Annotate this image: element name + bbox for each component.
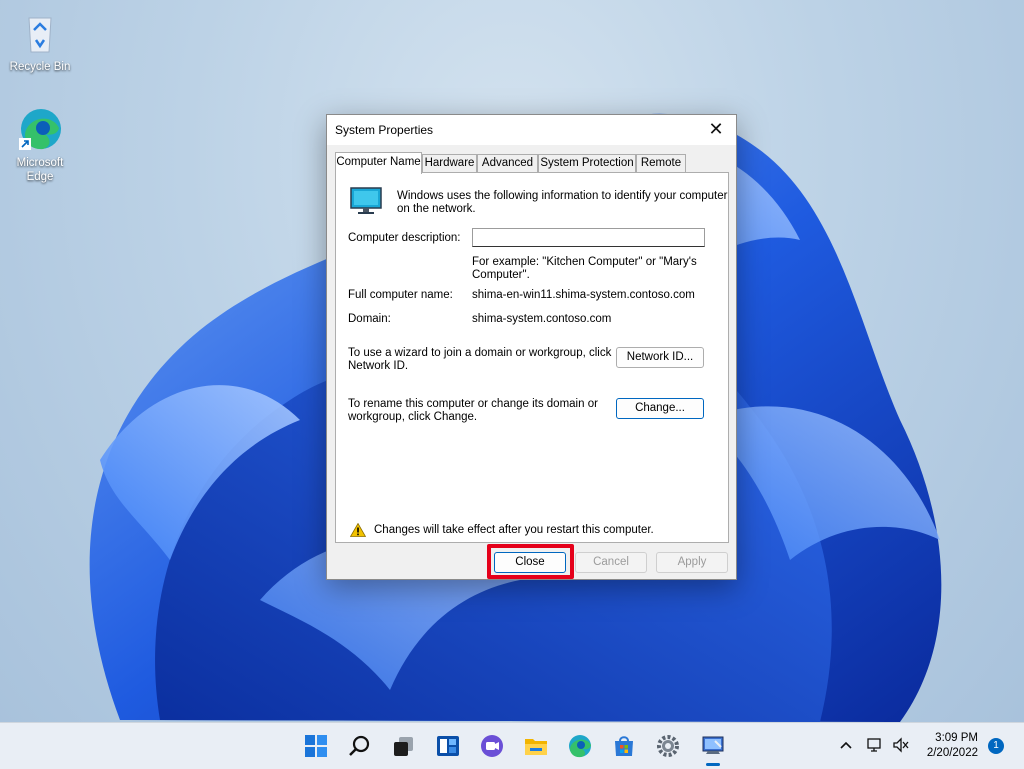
intro-line-1: Windows uses the following information t…	[397, 190, 728, 202]
desktop-icon-edge[interactable]: Microsoft Edge	[5, 106, 75, 184]
tab-hardware[interactable]: Hardware	[422, 154, 477, 173]
task-view-icon[interactable]	[390, 732, 418, 760]
restart-warning-text: Changes will take effect after you resta…	[374, 524, 654, 536]
change-button[interactable]: Change...	[616, 398, 704, 419]
computer-monitor-icon	[350, 187, 382, 215]
network-id-button[interactable]: Network ID...	[616, 347, 704, 368]
network-id-text-line-2: Network ID.	[348, 360, 409, 372]
store-icon[interactable]	[610, 732, 638, 760]
edge-taskbar-icon[interactable]	[566, 732, 594, 760]
intro-line-2: on the network.	[397, 203, 476, 215]
notification-badge[interactable]: 1	[988, 738, 1004, 754]
rename-text-line-1: To rename this computer or change its do…	[348, 398, 598, 410]
network-id-text-line-1: To use a wizard to join a domain or work…	[348, 347, 612, 359]
start-icon[interactable]	[302, 732, 330, 760]
tab-advanced[interactable]: Advanced	[477, 154, 538, 173]
tab-strip: Computer Name Hardware Advanced System P…	[335, 152, 730, 174]
dialog-titlebar[interactable]: System Properties ✕	[327, 115, 736, 145]
full-computer-name-value: shima-en-win11.shima-system.contoso.com	[472, 289, 695, 301]
widgets-icon[interactable]	[434, 732, 462, 760]
computer-description-input[interactable]	[472, 228, 705, 247]
close-button-highlight	[487, 544, 574, 579]
rename-text-line-2: workgroup, click Change.	[348, 411, 478, 423]
tab-computer-name[interactable]: Computer Name	[335, 152, 422, 174]
clock-date: 2/20/2022	[926, 747, 978, 759]
warning-icon	[349, 522, 367, 537]
example-line-2: Computer".	[472, 269, 530, 281]
tab-system-protection[interactable]: System Protection	[538, 154, 636, 173]
chevron-up-icon[interactable]	[838, 737, 854, 756]
computer-description-label: Computer description:	[348, 232, 461, 244]
tab-remote[interactable]: Remote	[636, 154, 686, 173]
search-icon[interactable]	[346, 732, 374, 760]
close-icon[interactable]: ✕	[696, 115, 736, 145]
active-app-indicator	[706, 763, 720, 766]
volume-muted-icon[interactable]	[892, 737, 910, 756]
full-computer-name-label: Full computer name:	[348, 289, 453, 301]
recycle-bin-icon	[17, 10, 63, 56]
example-line-1: For example: "Kitchen Computer" or "Mary…	[472, 256, 697, 268]
network-icon[interactable]	[866, 737, 884, 756]
desktop-icon-recycle-bin[interactable]: Recycle Bin	[5, 10, 75, 74]
recycle-bin-label: Recycle Bin	[9, 61, 71, 73]
system-properties-dialog: System Properties ✕ Computer Name Hardwa…	[326, 114, 737, 580]
chat-icon[interactable]	[478, 732, 506, 760]
computer-name-panel: Windows uses the following information t…	[335, 172, 729, 543]
domain-label: Domain:	[348, 313, 391, 325]
clock[interactable]: 3:09 PM 2/20/2022	[927, 731, 978, 761]
edge-label: Microsoft Edge	[16, 157, 64, 183]
taskbar: 3:09 PM 2/20/2022 1	[0, 722, 1024, 769]
apply-button[interactable]: Apply	[656, 552, 728, 573]
dialog-title: System Properties	[335, 123, 434, 137]
domain-value: shima-system.contoso.com	[472, 313, 612, 325]
clock-time: 3:09 PM	[935, 732, 978, 744]
cancel-button[interactable]: Cancel	[575, 552, 647, 573]
file-explorer-icon[interactable]	[522, 732, 550, 760]
edge-icon	[17, 106, 63, 152]
system-properties-icon[interactable]	[699, 732, 727, 760]
settings-icon[interactable]	[654, 732, 682, 760]
